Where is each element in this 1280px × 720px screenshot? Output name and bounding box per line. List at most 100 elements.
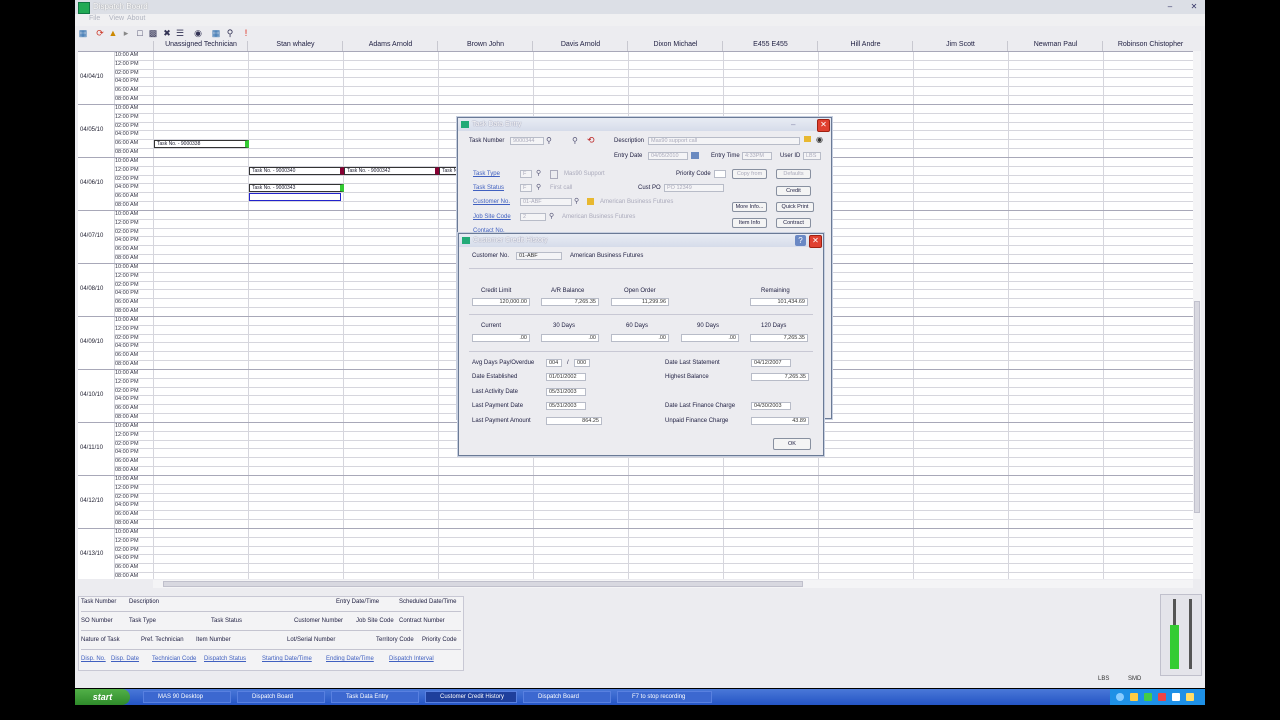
tray-icon[interactable] [1116, 693, 1124, 701]
filter-contract-number[interactable]: Contract Number [399, 618, 445, 624]
filter-priority-code[interactable]: Priority Code [422, 637, 457, 643]
filter-dispatch-status[interactable]: Dispatch Status [204, 656, 246, 662]
minimize-icon[interactable]: – [1165, 2, 1175, 11]
search-icon[interactable]: ⚲ [225, 28, 235, 38]
task-block[interactable]: Task No. - 9000342 [344, 166, 439, 175]
filter-scheduled-date[interactable]: Scheduled Date/Time [399, 599, 456, 605]
item-info-button[interactable]: Item Info [732, 218, 767, 228]
tray-icon[interactable] [1158, 693, 1166, 701]
copy-icon[interactable]: ▩ [148, 28, 158, 38]
filter-task-number[interactable]: Task Number [81, 599, 116, 605]
filter-dispatch-interval[interactable]: Dispatch Interval [389, 656, 434, 662]
search-icon[interactable]: ⚲ [574, 197, 579, 205]
task-number-field[interactable]: 9000344 [510, 137, 544, 145]
document-icon[interactable]: □ [135, 28, 145, 38]
grid-icon[interactable]: ▦ [78, 28, 88, 38]
quick-print-button[interactable]: Quick Print [776, 202, 814, 212]
search-icon[interactable]: ⚲ [549, 212, 554, 220]
lookup-icon[interactable]: ⚲ [572, 136, 578, 145]
ok-button[interactable]: OK [773, 438, 811, 450]
copy-from-button[interactable]: Copy from [732, 169, 767, 179]
filter-disp-date[interactable]: Disp. Date [111, 656, 139, 662]
binoculars-icon[interactable]: ◉ [193, 28, 203, 38]
tray-icon[interactable] [1130, 693, 1138, 701]
more-info-button[interactable]: More Info... [732, 202, 767, 212]
tech-column-header[interactable]: Dixon Michael [627, 41, 723, 51]
filter-so-number[interactable]: SO Number [81, 618, 113, 624]
search-icon[interactable]: ⚲ [536, 169, 541, 177]
contract-button[interactable]: Contract [776, 218, 811, 228]
warning-icon[interactable]: ▲ [108, 28, 118, 38]
tech-column-header[interactable]: Robinson Chistopher [1102, 41, 1198, 51]
filter-ending-date[interactable]: Ending Date/Time [326, 656, 374, 662]
tech-column-header[interactable]: Hill Andre [817, 41, 913, 51]
calendar-icon[interactable] [691, 152, 699, 159]
credit-close-button[interactable]: ✕ [809, 235, 822, 248]
task-block[interactable]: Task No. - 9000338 [154, 140, 249, 149]
filter-task-status[interactable]: Task Status [211, 618, 242, 624]
taskbar-item[interactable]: Dispatch Board [237, 691, 325, 703]
alert-icon[interactable]: ! [241, 28, 251, 38]
task-block[interactable]: Task No. - 9000340 [249, 166, 344, 175]
filter-job-site-code[interactable]: Job Site Code [356, 618, 394, 624]
taskbar-item[interactable]: Customer Credit History [425, 691, 517, 703]
binoculars-icon[interactable]: ◉ [816, 135, 823, 144]
job-site-code-link[interactable]: Job Site Code [473, 214, 511, 220]
slider-track[interactable] [1189, 599, 1192, 669]
description-field[interactable]: Mas90 support call [648, 137, 800, 145]
entry-date-field[interactable]: 04/05/2010 [648, 152, 688, 160]
filter-description[interactable]: Description [129, 599, 159, 605]
filter-customer-number[interactable]: Customer Number [294, 618, 343, 624]
list-icon[interactable]: ☰ [175, 28, 185, 38]
filter-pref-technician[interactable]: Pref. Technician [141, 637, 184, 643]
task-entry-close-button[interactable]: ✕ [817, 119, 830, 132]
filter-starting-date[interactable]: Starting Date/Time [262, 656, 312, 662]
folder-icon[interactable] [587, 198, 594, 205]
start-button[interactable]: start [75, 689, 130, 705]
notes-icon[interactable] [550, 170, 558, 179]
taskbar-item[interactable]: MAS 90 Desktop [143, 691, 231, 703]
filter-entry-date[interactable]: Entry Date/Time [336, 599, 379, 605]
defaults-button[interactable]: Defaults [776, 169, 811, 179]
tech-column-header[interactable]: Davis Arnold [532, 41, 628, 51]
search-icon[interactable]: ⚲ [546, 136, 552, 145]
job-site-code-field[interactable]: 2 [520, 213, 546, 221]
search-icon[interactable]: ⚲ [536, 183, 541, 191]
close-icon[interactable]: ✕ [1189, 2, 1199, 11]
tech-column-header[interactable]: Jim Scott [912, 41, 1008, 51]
filter-territory-code[interactable]: Territory Code [376, 637, 414, 643]
zoom-slider-panel[interactable] [1160, 594, 1202, 676]
vertical-scroll-thumb[interactable] [1194, 301, 1200, 513]
taskbar-item[interactable]: F7 to stop recording [617, 691, 712, 703]
task-type-link[interactable]: Task Type [473, 171, 500, 177]
refresh-icon[interactable]: ⟳ [95, 28, 105, 38]
filter-item-number[interactable]: Item Number [196, 637, 231, 643]
tech-column-header[interactable]: Brown John [437, 41, 533, 51]
cust-po-field[interactable]: PO 12349 [664, 184, 724, 192]
undo-icon[interactable]: ⟲ [587, 135, 595, 146]
filter-nature-of-task[interactable]: Nature of Task [81, 637, 120, 643]
tray-icon[interactable] [1172, 693, 1180, 701]
task-type-field[interactable]: F [520, 170, 532, 178]
menu-file[interactable]: File [89, 15, 100, 22]
tech-column-header[interactable]: Unassigned Technician [153, 41, 248, 51]
taskbar-item[interactable]: Task Data Entry [331, 691, 419, 703]
entry-time-field[interactable]: 4:33PM [742, 152, 772, 160]
filter-lot-serial[interactable]: Lot/Serial Number [287, 637, 335, 643]
arrow-icon[interactable]: ▸ [121, 28, 131, 38]
menu-view[interactable]: View [109, 15, 124, 22]
help-icon[interactable]: ? [795, 235, 806, 246]
horizontal-scroll-thumb[interactable] [163, 581, 803, 587]
task-status-field[interactable]: F [520, 184, 532, 192]
tech-column-header[interactable]: Adams Arnold [342, 41, 438, 51]
calendar-icon[interactable]: ▦ [211, 28, 221, 38]
credit-button[interactable]: Credit [776, 186, 811, 196]
tech-column-header[interactable]: E455 E455 [722, 41, 818, 51]
customer-no-link[interactable]: Customer No. [473, 199, 510, 205]
tray-icon[interactable] [1186, 693, 1194, 701]
task-block[interactable]: Task No. - 9000343 [249, 184, 344, 193]
tech-column-header[interactable]: Stan whaley [247, 41, 343, 51]
filter-disp-no[interactable]: Disp. No. [81, 656, 106, 662]
tray-icon[interactable] [1144, 693, 1152, 701]
customer-no-field[interactable]: 01-ABF [520, 198, 572, 206]
